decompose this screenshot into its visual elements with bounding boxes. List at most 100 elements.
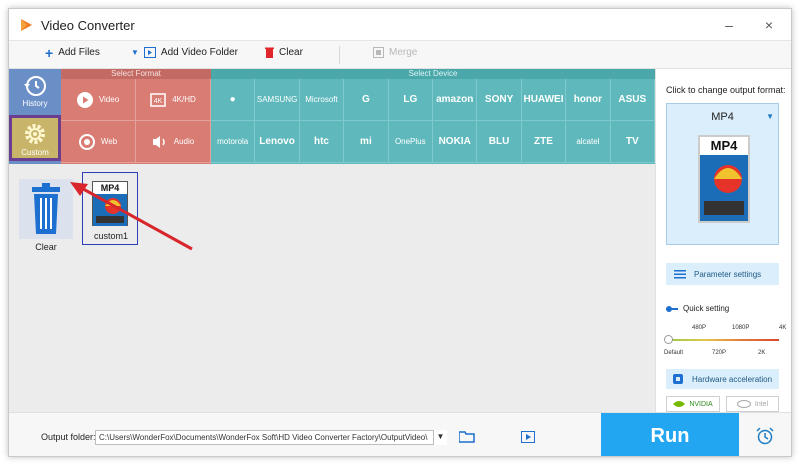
device-alcatel[interactable]: alcatel	[566, 121, 611, 163]
run-button[interactable]: Run	[601, 413, 739, 456]
device-mi[interactable]: mi	[344, 121, 389, 163]
device-blu[interactable]: BLU	[477, 121, 522, 163]
device-brand-label: BLU	[488, 136, 510, 147]
sidebar: History Custom	[9, 69, 61, 164]
output-format-badge: MP4	[700, 137, 748, 155]
device-brand-label: mi	[360, 136, 372, 147]
history-button[interactable]: History	[9, 69, 61, 115]
add-video-folder-label: Add Video Folder	[160, 47, 239, 58]
quality-slider-knob[interactable]	[664, 335, 673, 344]
quality-slider-track[interactable]	[669, 339, 779, 341]
plus-icon: +	[45, 44, 54, 61]
app-window: Video Converter – × + Add Files ▼ Add Vi…	[8, 8, 792, 457]
toolbar-divider	[339, 46, 340, 64]
quality-1080p: 1080P	[732, 325, 750, 331]
merge-button[interactable]: Merge	[373, 47, 417, 58]
format-audio[interactable]: Audio	[136, 121, 211, 163]
close-icon[interactable]: ×	[761, 17, 777, 33]
custom-button[interactable]: Custom	[9, 115, 61, 161]
format-video[interactable]: Video	[61, 79, 136, 121]
device-amazon[interactable]: amazon	[433, 79, 478, 121]
device-honor[interactable]: honor	[566, 79, 611, 121]
nvidia-button[interactable]: NVIDIA	[666, 396, 720, 412]
clear-label: Clear	[279, 47, 303, 58]
device-panel: Select Device ● SAMSUNG Microsoft G LG amazon…	[211, 69, 655, 164]
device-microsoft[interactable]: Microsoft	[299, 79, 345, 121]
parameter-settings-button[interactable]: Parameter settings	[666, 263, 779, 285]
clear-tile-label: Clear	[35, 242, 57, 252]
bottom-bar: Output folder: C:\Users\WonderFox\Docume…	[9, 412, 791, 456]
history-icon	[24, 76, 46, 96]
format-4k-hd[interactable]: 4K 4K/HD	[136, 79, 211, 121]
title-bar: Video Converter – ×	[9, 9, 791, 41]
device-lenovo[interactable]: Lenovo	[255, 121, 300, 163]
device-brand-label: htc	[313, 136, 329, 147]
4k-icon: 4K	[150, 92, 166, 107]
device-brand-label: NOKIA	[438, 136, 471, 147]
video-preview-icon[interactable]	[521, 431, 535, 443]
device-zte[interactable]: ZTE	[521, 121, 567, 163]
quality-720p: 720P	[712, 350, 727, 356]
quick-setting-icon	[666, 305, 678, 312]
intel-label: Intel	[754, 400, 769, 408]
device-tv[interactable]: TV	[610, 121, 655, 163]
output-folder-field[interactable]: C:\Users\WonderFox\Documents\WonderFox S…	[95, 430, 447, 445]
clear-tile-box	[19, 179, 73, 239]
clear-tile[interactable]: Clear	[19, 179, 73, 252]
device-samsung[interactable]: SAMSUNG	[255, 79, 300, 121]
add-video-folder-button[interactable]: ▼ Add Video Folder	[131, 47, 238, 58]
format-video-label: Video	[98, 95, 120, 104]
play-icon	[76, 91, 93, 108]
toolbar: + Add Files ▼ Add Video Folder Clear Mer…	[9, 41, 791, 69]
film-balloon-image	[700, 155, 748, 221]
open-folder-icon[interactable]	[459, 431, 475, 443]
intel-button[interactable]: Intel	[726, 396, 779, 412]
hardware-acceleration-button[interactable]: Hardware acceleration	[666, 369, 779, 389]
output-folder-dropdown-icon[interactable]: ▼	[433, 430, 447, 445]
output-folder-label: Output folder:	[41, 432, 96, 442]
minimize-icon[interactable]: –	[721, 17, 737, 33]
quick-setting: Quick setting	[666, 304, 729, 313]
device-htc[interactable]: htc	[299, 121, 345, 163]
device-oneplus[interactable]: OnePlus	[388, 121, 433, 163]
format-dropdown-icon[interactable]: ▼	[766, 112, 774, 121]
device-brand-label: Lenovo	[259, 136, 295, 147]
format-web[interactable]: Web	[61, 121, 136, 163]
speaker-icon	[152, 135, 165, 148]
folder-icon	[143, 47, 156, 58]
chip-icon	[673, 374, 683, 384]
parameter-settings-label: Parameter settings	[694, 269, 762, 279]
output-format-selector[interactable]: MP4 ▼ MP4	[666, 103, 779, 245]
device-motorola[interactable]: motorola	[211, 121, 256, 163]
device-lg[interactable]: LG	[388, 79, 433, 121]
quick-setting-label: Quick setting	[683, 304, 730, 313]
add-files-button[interactable]: + Add Files	[45, 44, 100, 61]
output-format-thumbnail: MP4	[698, 135, 750, 223]
dropdown-arrow-icon[interactable]: ▼	[131, 48, 139, 57]
history-label: History	[22, 99, 48, 108]
device-nokia[interactable]: NOKIA	[433, 121, 478, 163]
format-4k-hd-label: 4K/HD	[172, 95, 196, 104]
quality-4k: 4K	[779, 325, 787, 331]
device-brand-label: Microsoft	[305, 95, 338, 104]
device-brand-label: TV	[625, 136, 639, 147]
device-g[interactable]: G	[344, 79, 389, 121]
format-panel-header: Select Format	[61, 69, 211, 79]
device-brand-label: ASUS	[618, 94, 647, 105]
format-audio-label: Audio	[173, 137, 195, 146]
format-web-label: Web	[100, 137, 118, 146]
device-sony[interactable]: SONY	[477, 79, 522, 121]
device-apple[interactable]: ●	[211, 79, 256, 121]
output-format-title: Click to change output format:	[666, 85, 786, 95]
clear-button[interactable]: Clear	[265, 47, 303, 58]
device-asus[interactable]: ASUS	[610, 79, 655, 121]
custom-label: Custom	[21, 148, 49, 157]
output-format-name: MP4	[711, 111, 734, 123]
device-brand-label: HUAWEI	[523, 94, 564, 105]
alarm-clock-icon[interactable]	[756, 427, 774, 445]
hardware-acceleration-label: Hardware acceleration	[692, 374, 773, 384]
big-trash-icon	[32, 183, 60, 234]
gear-icon	[25, 124, 45, 144]
intel-icon	[736, 400, 751, 408]
device-huawei[interactable]: HUAWEI	[521, 79, 567, 121]
